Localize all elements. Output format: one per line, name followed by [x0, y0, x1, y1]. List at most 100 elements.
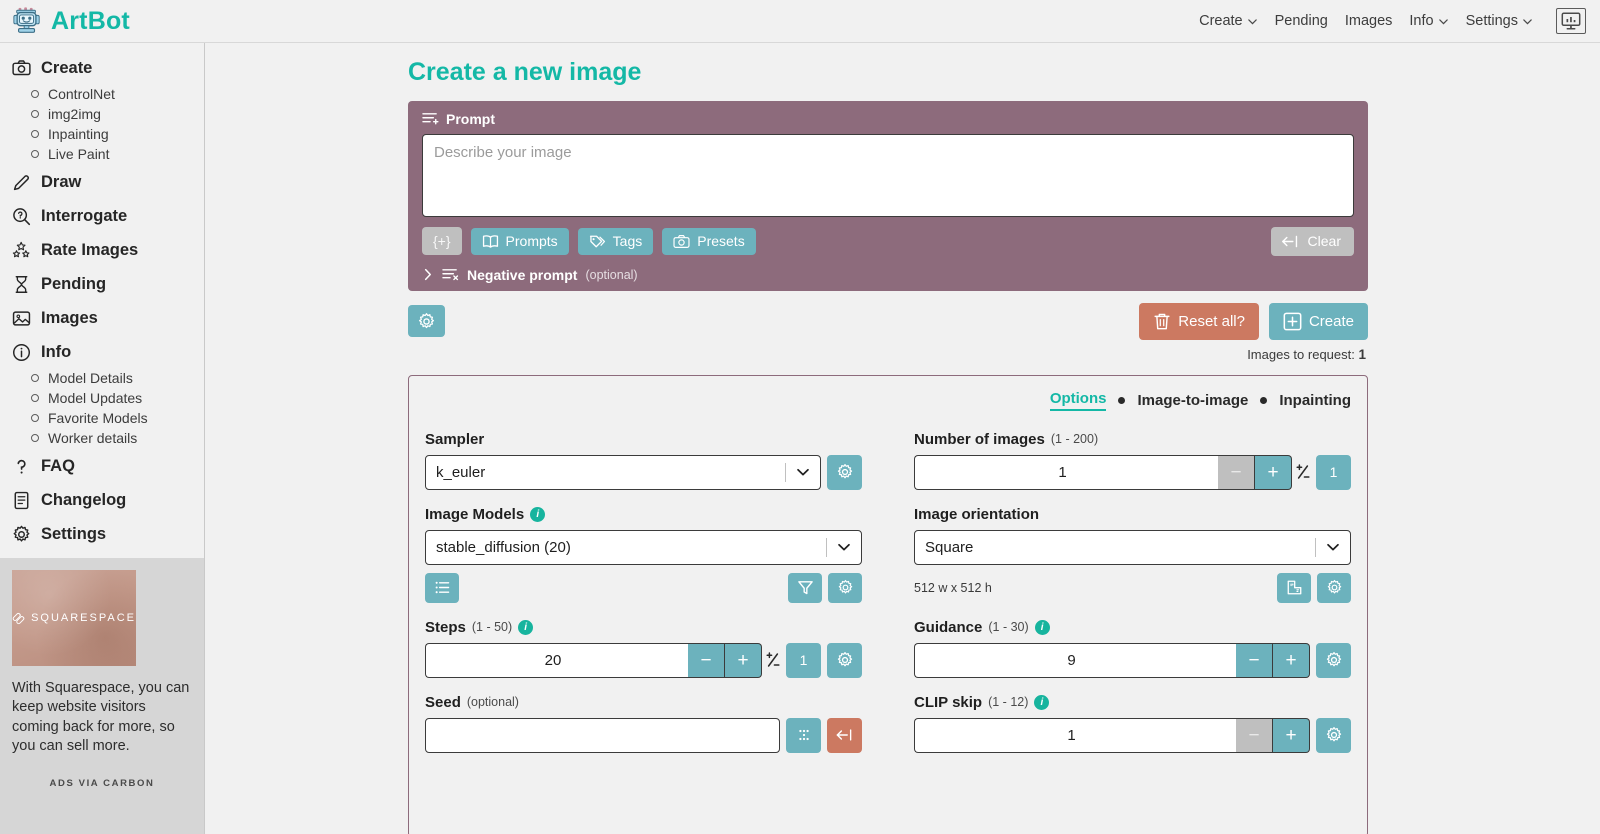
info-icon[interactable]: i — [530, 507, 545, 522]
sidebar-item-pending[interactable]: Pending — [0, 269, 204, 300]
info-icon[interactable]: i — [518, 620, 533, 635]
sidebar-subitem-model-details[interactable]: Model Details — [0, 368, 204, 388]
guidance-input[interactable] — [914, 643, 1236, 678]
sidebar-item-settings[interactable]: Settings — [0, 519, 204, 550]
sidebar-item-create[interactable]: Create — [0, 53, 204, 84]
number-of-images-increment[interactable]: + — [1255, 455, 1292, 490]
tab-options[interactable]: Options — [1050, 390, 1107, 411]
label-text: Steps — [425, 619, 466, 636]
steps-increment[interactable]: + — [725, 643, 762, 678]
topnav-item-info[interactable]: Info — [1409, 13, 1448, 29]
image-orientation-select[interactable]: Square — [914, 530, 1351, 565]
image-models-settings-button[interactable] — [828, 573, 862, 603]
prompt-input[interactable] — [422, 134, 1354, 217]
sidebar-subitem-controlnet[interactable]: ControlNet — [0, 84, 204, 104]
image-orientation-subrow: 512 w x 512 h — [914, 573, 1351, 603]
field-clip-skip: CLIP skip (1 - 12) i − + — [914, 694, 1351, 753]
monitor-stats-icon — [1561, 12, 1581, 30]
steps-settings-button[interactable] — [827, 643, 862, 678]
chevron-down-icon — [1247, 16, 1258, 27]
clear-prompt-button[interactable]: Clear — [1271, 227, 1354, 256]
advanced-settings-button[interactable] — [408, 305, 445, 337]
guidance-decrement[interactable]: − — [1236, 643, 1273, 678]
seed-clear-button[interactable] — [827, 718, 862, 753]
button-label: Clear — [1308, 234, 1341, 248]
info-icon[interactable]: i — [1034, 695, 1049, 710]
field-image-orientation: Image orientation Square — [914, 506, 1351, 603]
tab-image-to-image[interactable]: Image-to-image — [1137, 392, 1248, 409]
number-of-images-step-size[interactable]: 1 — [1316, 455, 1351, 490]
sidebar-item-interrogate[interactable]: Interrogate — [0, 201, 204, 232]
sidebar-item-rate-images[interactable]: Rate Images — [0, 235, 204, 266]
tags-button[interactable]: Tags — [578, 228, 654, 255]
create-button[interactable]: Create — [1269, 303, 1368, 340]
sidebar-subitem-img2img[interactable]: img2img — [0, 104, 204, 124]
ad-attribution[interactable]: ADS VIA CARBON — [12, 778, 192, 789]
image-models-filter-button[interactable] — [788, 573, 822, 603]
clip-skip-input[interactable] — [914, 718, 1236, 753]
clip-skip-increment[interactable]: + — [1273, 718, 1310, 753]
steps-decrement[interactable]: − — [688, 643, 725, 678]
topnav-item-settings[interactable]: Settings — [1466, 13, 1533, 29]
ad-image[interactable]: SQUARESPACE — [12, 570, 136, 666]
clip-skip-decrement[interactable]: − — [1236, 718, 1273, 753]
sidebar-item-images[interactable]: Images — [0, 303, 204, 334]
presets-button[interactable]: Presets — [662, 228, 755, 255]
insert-variable-button[interactable]: {+} — [422, 227, 462, 255]
body-row: Create ControlNet img2img Inpainting Liv… — [0, 43, 1600, 834]
clip-skip-settings-button[interactable] — [1316, 718, 1351, 753]
steps-input[interactable] — [425, 643, 688, 678]
sampler-select[interactable]: k_euler — [425, 455, 821, 490]
guidance-label: Guidance (1 - 30) i — [914, 619, 1351, 636]
topnav-item-create[interactable]: Create — [1199, 13, 1258, 29]
seed-random-button[interactable] — [786, 718, 821, 753]
image-models-select[interactable]: stable_diffusion (20) — [425, 530, 862, 565]
number-of-images-decrement[interactable]: − — [1218, 455, 1255, 490]
sidebar-item-draw[interactable]: Draw — [0, 167, 204, 198]
button-label: Create — [1309, 314, 1354, 329]
seed-input[interactable] — [425, 718, 780, 753]
sidebar-ad[interactable]: SQUARESPACE With Squarespace, you can ke… — [0, 558, 204, 834]
field-image-models: Image Models i stable_diffusion (20) — [425, 506, 862, 603]
list-x-icon — [442, 267, 459, 282]
sidebar-item-info[interactable]: Info — [0, 337, 204, 368]
reset-all-button[interactable]: Reset all? — [1139, 303, 1259, 340]
worker-monitor-button[interactable] — [1556, 8, 1586, 34]
plus-box-icon — [1283, 312, 1302, 331]
sidebar-subitem-model-updates[interactable]: Model Updates — [0, 388, 204, 408]
gear-icon — [417, 312, 436, 331]
image-orientation-settings-button[interactable] — [1317, 573, 1351, 603]
label-text: Seed — [425, 694, 461, 711]
image-models-list-button[interactable] — [425, 573, 459, 603]
top-bar: ArtBot Create Pending Images Info Settin… — [0, 0, 1600, 43]
guidance-settings-button[interactable] — [1316, 643, 1351, 678]
topnav-item-pending[interactable]: Pending — [1275, 13, 1328, 29]
guidance-increment[interactable]: + — [1273, 643, 1310, 678]
topnav-item-images[interactable]: Images — [1345, 13, 1393, 29]
search-question-icon — [12, 207, 31, 226]
negative-prompt-toggle[interactable]: Negative prompt (optional) — [422, 267, 1354, 283]
gear-icon — [837, 579, 854, 596]
sidebar-subitem-live-paint[interactable]: Live Paint — [0, 144, 204, 164]
number-of-images-input[interactable] — [914, 455, 1218, 490]
negative-prompt-label: Negative prompt — [467, 267, 577, 283]
image-dimensions-button[interactable] — [1277, 573, 1311, 603]
steps-step-size[interactable]: 1 — [786, 643, 821, 678]
sidebar-item-changelog[interactable]: Changelog — [0, 485, 204, 516]
info-icon[interactable]: i — [1035, 620, 1050, 635]
sampler-value: k_euler — [436, 464, 785, 481]
prompt-panel: Prompt {+} Prompts — [408, 101, 1368, 291]
topnav-label: Info — [1409, 13, 1433, 29]
tab-inpainting[interactable]: Inpainting — [1279, 392, 1351, 409]
sidebar-subitem-worker-details[interactable]: Worker details — [0, 428, 204, 448]
sidebar-subitem-label: img2img — [48, 106, 101, 122]
sampler-settings-button[interactable] — [827, 455, 862, 490]
label-text: Image Models — [425, 506, 524, 523]
bullet-ring-icon — [31, 414, 39, 422]
sidebar-subitem-favorite-models[interactable]: Favorite Models — [0, 408, 204, 428]
brand[interactable]: ArtBot — [12, 6, 130, 36]
prompts-button[interactable]: Prompts — [471, 228, 569, 255]
sidebar-subitem-inpainting[interactable]: Inpainting — [0, 124, 204, 144]
sidebar-item-label: Rate Images — [41, 241, 138, 260]
sidebar-item-faq[interactable]: FAQ — [0, 451, 204, 482]
